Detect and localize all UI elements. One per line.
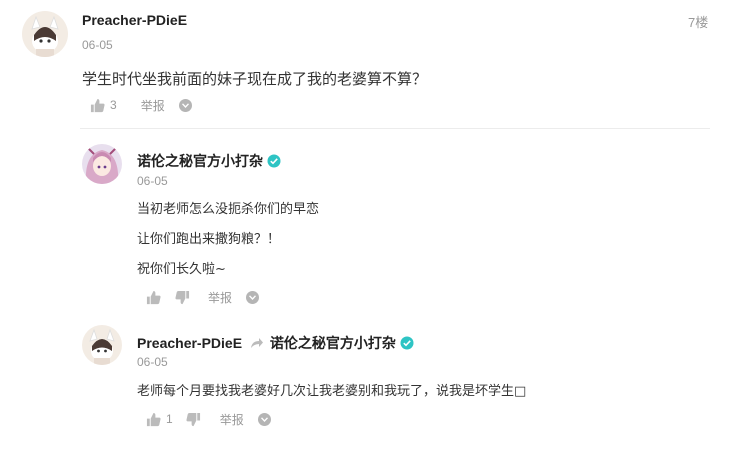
reply-date: 06-05 bbox=[137, 174, 168, 188]
like-count: 1 bbox=[166, 412, 173, 426]
report-button[interactable]: 举报 bbox=[208, 289, 232, 306]
report-button[interactable]: 举报 bbox=[220, 411, 244, 428]
divider bbox=[80, 128, 710, 129]
comment-text: 学生时代坐我前面的妹子现在成了我的老婆算不算？ bbox=[82, 70, 428, 88]
thumbs-down-icon[interactable] bbox=[174, 289, 190, 305]
avatar[interactable] bbox=[22, 11, 68, 57]
reply-line: 当初老师怎么没扼杀你们的早恋 bbox=[137, 202, 320, 217]
reply-username[interactable]: 诺伦之秘官方小打杂 bbox=[137, 151, 281, 171]
reply-to-username[interactable]: 诺伦之秘官方小打杂 bbox=[270, 335, 396, 351]
thumbs-up-icon[interactable] bbox=[89, 97, 105, 113]
chevron-down-circle-icon[interactable] bbox=[246, 290, 260, 304]
reply-username-text[interactable]: Preacher-PDieE bbox=[137, 335, 242, 351]
reply-avatar[interactable] bbox=[82, 325, 122, 365]
verified-badge-icon bbox=[267, 154, 281, 171]
like-count: 3 bbox=[110, 98, 117, 112]
comment-date: 06-05 bbox=[82, 38, 113, 52]
reply-date: 06-05 bbox=[137, 355, 168, 369]
report-button[interactable]: 举报 bbox=[141, 97, 165, 114]
comment-username[interactable]: Preacher-PDieE bbox=[82, 12, 187, 28]
comment-actions: 3 举报 bbox=[89, 96, 192, 114]
reply-arrow-icon bbox=[250, 336, 264, 352]
chevron-down-circle-icon[interactable] bbox=[178, 98, 192, 112]
chevron-down-circle-icon[interactable] bbox=[257, 412, 271, 426]
thumbs-up-icon[interactable] bbox=[145, 411, 161, 427]
reply-actions: 举报 bbox=[145, 288, 260, 306]
verified-badge-icon bbox=[400, 336, 414, 353]
reply-line: 老师每个月要找我老婆好几次让我老婆别和我玩了，说我是坏学生□ bbox=[137, 384, 527, 399]
thumbs-down-icon[interactable] bbox=[186, 411, 202, 427]
floor-number: 7楼 bbox=[688, 15, 709, 30]
thumbs-up-icon[interactable] bbox=[145, 289, 161, 305]
reply-actions: 1 举报 bbox=[145, 410, 271, 428]
reply-username-text[interactable]: 诺伦之秘官方小打杂 bbox=[137, 153, 263, 169]
reply-username: Preacher-PDieE 诺伦之秘官方小打杂 bbox=[137, 333, 414, 353]
reply-line: 让你们跑出来撒狗粮？！ bbox=[137, 232, 281, 247]
reply-avatar[interactable] bbox=[82, 144, 122, 184]
reply-line: 祝你们长久啦~ bbox=[137, 262, 226, 277]
